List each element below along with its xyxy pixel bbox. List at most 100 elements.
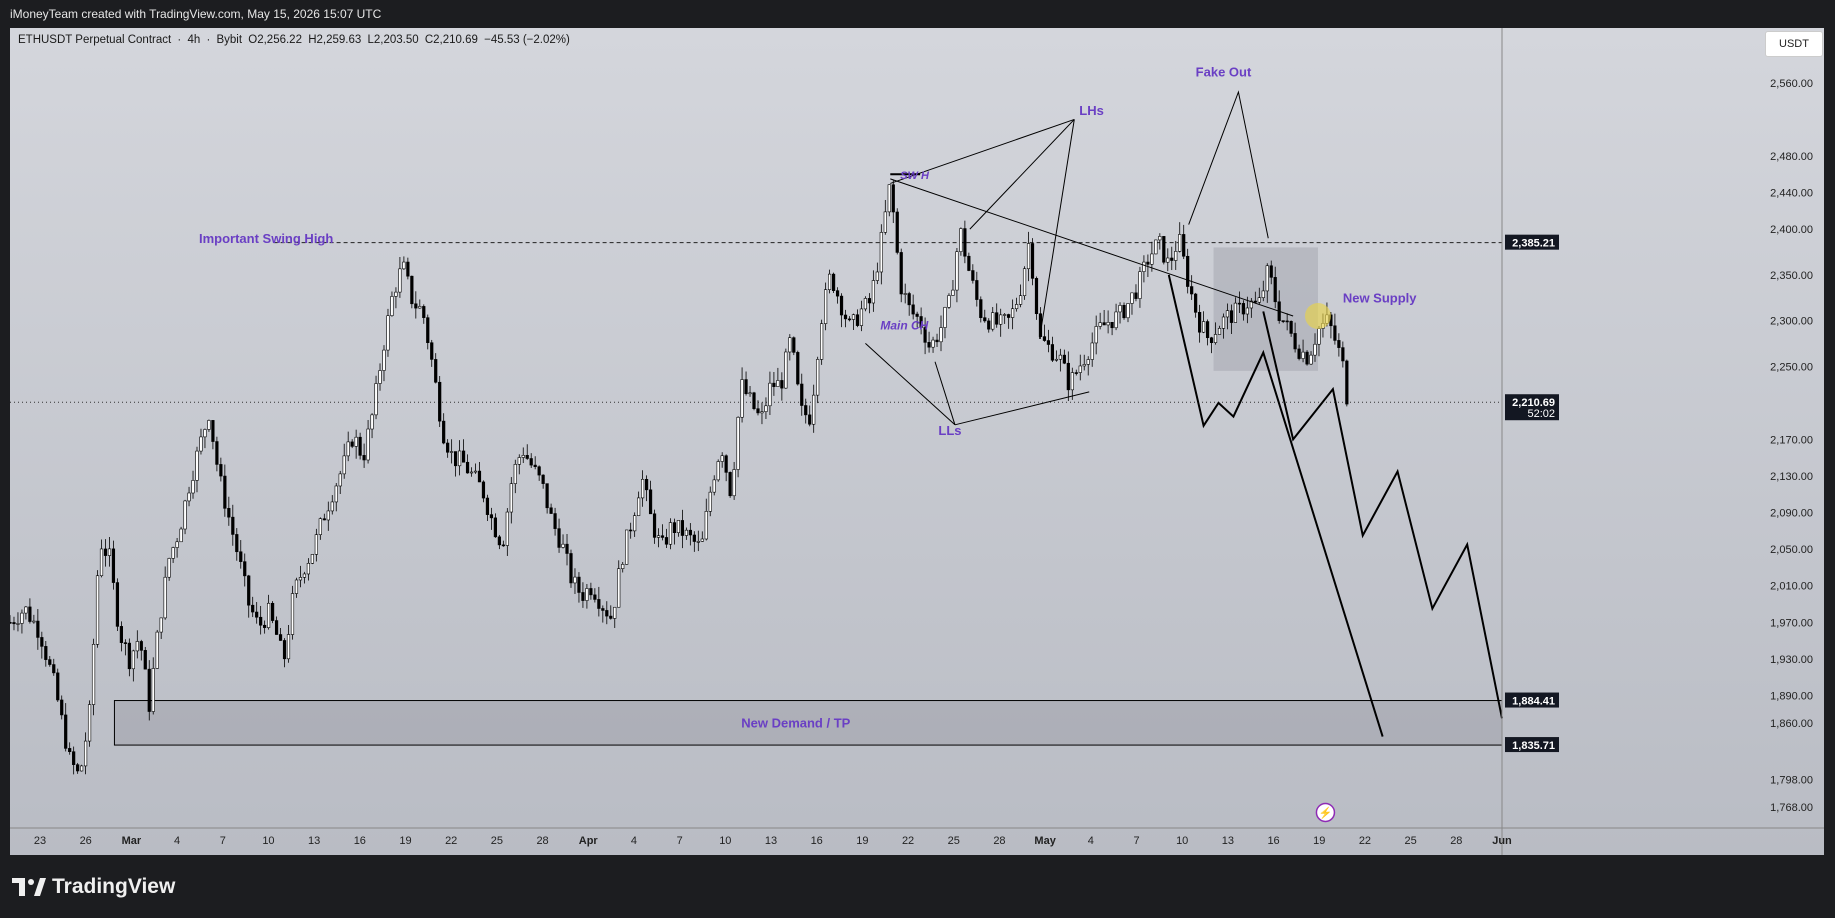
attribution-text: iMoneyTeam created with TradingView.com,… <box>10 7 382 21</box>
candle-body <box>469 471 474 474</box>
candle-body <box>1178 234 1182 252</box>
candle-body <box>1050 344 1055 361</box>
candle-body <box>477 470 482 483</box>
candle-body <box>617 568 621 608</box>
candle-body <box>1221 316 1226 329</box>
candle-body <box>243 561 247 577</box>
candle-body <box>1337 340 1341 348</box>
tradingview-logo-icon <box>12 878 46 896</box>
annotation-label: Main CH <box>880 319 928 333</box>
x-tick-label: 10 <box>719 835 731 847</box>
lls-line[interactable] <box>865 343 956 426</box>
candle-body <box>278 634 283 641</box>
candle-body <box>867 298 871 304</box>
candle-body <box>274 620 279 635</box>
candle-body <box>851 314 856 320</box>
x-tick-label: 19 <box>1313 835 1325 847</box>
candle-body <box>712 479 716 493</box>
x-tick-label: 16 <box>354 835 366 847</box>
tradingview-logo[interactable]: TradingView <box>12 875 175 899</box>
candle-body <box>812 394 816 425</box>
candle-body <box>135 641 139 652</box>
tradingview-brand-text: TradingView <box>52 875 176 898</box>
candle-body <box>1265 265 1269 292</box>
candle-body <box>167 558 171 578</box>
candle-body <box>302 573 307 578</box>
candle-body <box>183 500 187 530</box>
candle-body <box>1225 310 1230 318</box>
price-marker[interactable] <box>1304 303 1331 329</box>
candle-body <box>656 535 661 538</box>
chart-area[interactable]: ⚡ Important Swing High SW H LHs Fake Out Mai… <box>10 28 1824 855</box>
candle-body <box>282 640 287 660</box>
candle-body <box>1146 261 1150 265</box>
candle-body <box>334 485 338 503</box>
candle-body <box>318 518 322 535</box>
candle-body <box>1257 297 1261 303</box>
candle-body <box>569 553 573 584</box>
candle-body <box>1333 325 1337 341</box>
candle-body <box>963 228 967 257</box>
candle-body <box>235 534 239 553</box>
candle-body <box>1170 257 1174 261</box>
lhs-line[interactable] <box>1038 119 1075 339</box>
fakeout-line[interactable] <box>1188 90 1269 239</box>
candle-body <box>692 534 696 542</box>
candle-body <box>406 261 410 277</box>
candle-body <box>12 622 16 625</box>
candle-body <box>740 379 744 418</box>
candle-body <box>1118 305 1122 313</box>
candle-body <box>83 740 88 767</box>
candle-body <box>1054 358 1058 361</box>
candle-body <box>525 455 529 459</box>
candle-body <box>1150 253 1154 265</box>
candle-body <box>489 514 494 519</box>
x-tick-label: 28 <box>993 835 1005 847</box>
candle-body <box>871 280 875 304</box>
x-tick-label: 13 <box>308 835 320 847</box>
candle-body <box>816 359 820 396</box>
price-label: 1,884.41 <box>1512 696 1555 708</box>
candle-body <box>378 370 382 384</box>
y-tick-label: 2,050.00 <box>1770 544 1813 556</box>
y-tick-label: 1,798.00 <box>1770 775 1813 787</box>
candle-body <box>159 617 163 633</box>
candle-body <box>103 548 108 556</box>
x-tick-label: May <box>1034 835 1056 847</box>
candle-body <box>947 295 951 308</box>
candle-body <box>322 518 326 521</box>
y-tick-label: 2,440.00 <box>1770 188 1813 200</box>
lls-line[interactable] <box>954 391 1090 426</box>
candle-body <box>48 659 52 665</box>
candle-body <box>577 576 581 593</box>
candle-body <box>1345 360 1349 405</box>
candle-body <box>716 461 720 481</box>
symbol-info-bar: ETHUSDT Perpetual Contract · 4h · Bybit … <box>18 34 573 46</box>
candle-body <box>402 261 406 270</box>
candle-body <box>648 489 653 515</box>
annotation-label: New Supply <box>1343 290 1417 305</box>
price-chart[interactable]: ⚡ Important Swing High SW H LHs Fake Out Mai… <box>10 28 1824 855</box>
candle-body <box>835 290 840 297</box>
projection-path[interactable] <box>1262 311 1503 719</box>
candle-body <box>1237 302 1242 305</box>
candle-body <box>290 593 295 635</box>
candle-body <box>736 416 740 470</box>
candle-body <box>1202 321 1206 333</box>
candle-body <box>1022 268 1027 296</box>
candle-body <box>935 339 939 343</box>
y-tick-label: 2,560.00 <box>1770 78 1813 90</box>
candle-body <box>629 529 633 532</box>
candle-body <box>581 592 585 601</box>
candle-body <box>199 436 203 452</box>
currency-button[interactable]: USDT <box>1765 31 1823 57</box>
candle-body <box>1130 292 1134 304</box>
y-tick-label: 2,250.00 <box>1770 361 1813 373</box>
lhs-line[interactable] <box>969 119 1075 230</box>
candle-body <box>891 184 895 213</box>
candle-body <box>641 478 645 499</box>
symbol-name[interactable]: ETHUSDT Perpetual Contract <box>18 34 171 46</box>
candle-body <box>688 529 692 536</box>
candle-body <box>553 513 557 529</box>
interval-label[interactable]: 4h <box>187 34 200 46</box>
